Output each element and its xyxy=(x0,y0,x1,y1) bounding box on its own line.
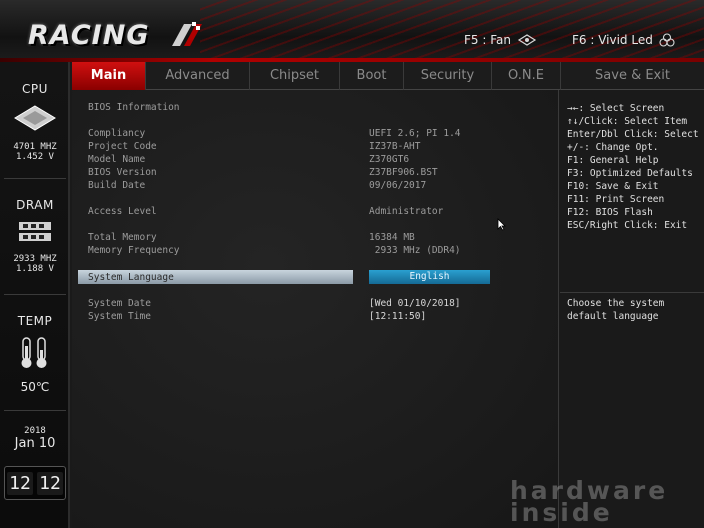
tab-main[interactable]: Main xyxy=(72,62,146,90)
total-memory-value: 16384 MB xyxy=(369,232,415,243)
build-date-label: Build Date xyxy=(88,180,146,191)
help-key-line: ↑↓/Click: Select Item xyxy=(567,116,688,127)
help-key-line: F1: General Help xyxy=(567,155,659,166)
system-time-value[interactable]: [12:11:50] xyxy=(369,311,426,322)
temp-title: TEMP xyxy=(17,314,53,328)
access-level-value: Administrator xyxy=(369,206,444,217)
bios-version-label: BIOS Version xyxy=(88,167,157,178)
cpu-panel: CPU 4701 MHZ 1.452 V xyxy=(0,82,70,162)
tab-save-exit[interactable]: Save & Exit xyxy=(561,62,704,90)
memory-frequency-label: Memory Frequency xyxy=(88,245,180,256)
clock-hour: 12 xyxy=(7,471,33,495)
cpu-frequency: 4701 MHZ xyxy=(13,142,57,152)
help-divider xyxy=(560,292,704,293)
help-key-line: F10: Save & Exit xyxy=(567,181,659,192)
date-year: 2018 xyxy=(24,426,46,436)
cpu-chip-icon xyxy=(14,105,56,131)
watermark-line: inside xyxy=(510,498,613,527)
mouse-pointer-icon xyxy=(497,218,506,231)
vivid-led-shortcut-label: F6 : Vivid Led xyxy=(572,33,653,47)
dram-title: DRAM xyxy=(16,198,54,212)
model-name-value: Z370GT6 xyxy=(369,154,410,165)
help-key-line: F12: BIOS Flash xyxy=(567,207,653,218)
led-icon xyxy=(659,33,675,47)
project-code-value: IZ37B-AHT xyxy=(369,141,421,152)
tab-chipset[interactable]: Chipset xyxy=(250,62,340,90)
build-date-value: 09/06/2017 xyxy=(369,180,427,191)
dram-frequency: 2933 MHZ xyxy=(13,254,57,264)
hardware-inside-watermark: hardware inside xyxy=(510,478,700,527)
tab-boot[interactable]: Boot xyxy=(340,62,404,90)
dram-panel: DRAM 2933 MHZ 1.188 V xyxy=(0,198,70,274)
help-key-line: ESC/Right Click: Exit xyxy=(567,220,688,231)
bios-version-value: Z37BF906.BST xyxy=(369,167,438,178)
bios-info-heading: BIOS Information xyxy=(88,102,180,113)
system-language-select[interactable]: English xyxy=(369,270,490,284)
tab-one[interactable]: O.N.E xyxy=(492,62,561,90)
main-settings-panel: BIOS Information Compliancy UEFI 2.6; PI… xyxy=(72,90,559,528)
fan-shortcut-label: F5 : Fan xyxy=(464,33,511,47)
header-bar: RACING F5 : Fan F6 : Vivid Led xyxy=(0,0,704,62)
dram-module-icon xyxy=(19,222,51,241)
date-panel: 2018 Jan 10 xyxy=(0,426,70,451)
sidebar-divider xyxy=(4,178,66,179)
date-day: Jan 10 xyxy=(14,436,56,451)
total-memory-label: Total Memory xyxy=(88,232,157,243)
compliancy-label: Compliancy xyxy=(88,128,146,139)
system-time-label: System Time xyxy=(88,311,151,322)
dram-voltage: 1.188 V xyxy=(16,264,54,274)
help-panel: →←: Select Screen ↑↓/Click: Select Item … xyxy=(560,90,704,528)
help-key-line: F3: Optimized Defaults xyxy=(567,168,693,179)
system-language-label: System Language xyxy=(88,272,174,283)
help-key-line: →←: Select Screen xyxy=(567,103,665,114)
project-code-label: Project Code xyxy=(88,141,157,152)
header-decoration xyxy=(200,0,704,62)
model-name-label: Model Name xyxy=(88,154,146,165)
cpu-voltage: 1.452 V xyxy=(16,152,54,162)
vivid-led-shortcut[interactable]: F6 : Vivid Led xyxy=(572,33,675,47)
thermometer-icon xyxy=(21,337,47,368)
access-level-label: Access Level xyxy=(88,206,157,217)
status-sidebar: CPU 4701 MHZ 1.452 V DRAM 2933 MHZ 1.188… xyxy=(0,62,70,528)
system-date-label: System Date xyxy=(88,298,151,309)
help-key-line: +/-: Change Opt. xyxy=(567,142,659,153)
fan-icon xyxy=(517,34,537,46)
cpu-title: CPU xyxy=(22,82,48,96)
help-key-line: Enter/Dbl Click: Select xyxy=(567,129,699,140)
tab-security[interactable]: Security xyxy=(404,62,492,90)
tab-advanced[interactable]: Advanced xyxy=(146,62,250,90)
help-key-line: F11: Print Screen xyxy=(567,194,665,205)
memory-frequency-value: 2933 MHz (DDR4) xyxy=(369,245,461,256)
compliancy-value: UEFI 2.6; PI 1.4 xyxy=(369,128,461,139)
sidebar-divider xyxy=(4,294,66,295)
racing-logo: RACING xyxy=(28,20,150,51)
sidebar-divider xyxy=(4,410,66,411)
clock-display: 12 12 xyxy=(4,466,66,500)
temp-value: 50℃ xyxy=(20,380,50,394)
racing-flag-icon xyxy=(172,22,202,46)
main-tab-bar: Main Advanced Chipset Boot Security O.N.… xyxy=(72,62,704,90)
item-help-description: Choose the system default language xyxy=(567,298,665,322)
system-date-value[interactable]: [Wed 01/10/2018] xyxy=(369,298,461,309)
temp-panel: TEMP 50℃ xyxy=(0,314,70,394)
clock-minute: 12 xyxy=(37,471,63,495)
fan-shortcut[interactable]: F5 : Fan xyxy=(464,33,537,47)
key-legend: →←: Select Screen ↑↓/Click: Select Item … xyxy=(567,102,699,232)
